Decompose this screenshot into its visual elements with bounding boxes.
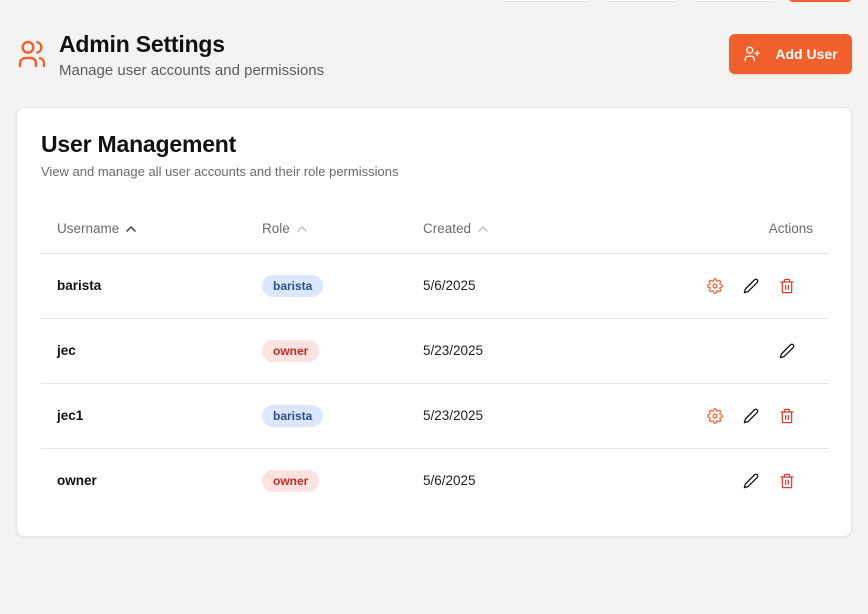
role-badge: barista (262, 405, 324, 427)
page-header: Admin Settings Manage user accounts and … (16, 30, 852, 86)
delete-button[interactable] (777, 406, 797, 426)
gear-icon (707, 408, 723, 424)
column-label: Actions (768, 221, 813, 236)
delete-button[interactable] (777, 276, 797, 296)
table-row: jec1 barista 5/23/2025 (41, 384, 829, 449)
edit-button[interactable] (741, 406, 761, 426)
pencil-icon (779, 343, 795, 359)
row-actions (693, 471, 813, 491)
sort-up-icon (126, 225, 137, 232)
row-actions (693, 341, 813, 361)
delete-button[interactable] (777, 471, 797, 491)
user-management-card: User Management View and manage all user… (16, 107, 852, 537)
edit-button[interactable] (777, 341, 797, 361)
settings-button[interactable] (705, 406, 725, 426)
sort-up-icon (478, 225, 488, 232)
add-user-button[interactable]: Add User (729, 34, 852, 74)
gear-icon (707, 278, 723, 294)
top-nav-button[interactable] (788, 0, 852, 2)
column-header-created[interactable]: Created (423, 221, 489, 236)
page-subtitle: Manage user accounts and permissions (59, 62, 325, 79)
username-cell: owner (57, 473, 97, 488)
pencil-icon (743, 278, 759, 294)
pencil-icon (743, 473, 759, 489)
created-cell: 5/6/2025 (423, 278, 476, 293)
column-label: Username (57, 221, 120, 236)
column-label: Role (262, 221, 290, 236)
username-cell: barista (57, 278, 102, 293)
created-cell: 5/23/2025 (423, 343, 484, 358)
edit-button[interactable] (741, 276, 761, 296)
top-nav-strip (0, 0, 868, 2)
column-header-username[interactable]: Username (57, 221, 137, 236)
trash-icon (780, 473, 794, 489)
created-cell: 5/23/2025 (423, 408, 484, 423)
role-badge: barista (262, 275, 324, 297)
edit-button[interactable] (741, 471, 761, 491)
settings-button[interactable] (705, 276, 725, 296)
user-plus-icon (744, 46, 761, 62)
users-table: Username Role Created Actions barista ba… (41, 204, 829, 514)
username-cell: jec (57, 343, 76, 358)
trash-icon (780, 408, 794, 424)
table-row: jec owner 5/23/2025 (41, 319, 829, 384)
column-label: Created (423, 221, 472, 236)
top-nav-button[interactable] (500, 0, 592, 2)
row-actions (693, 406, 813, 426)
created-cell: 5/6/2025 (423, 473, 476, 488)
table-row: barista barista 5/6/2025 (41, 254, 829, 319)
pencil-icon (743, 408, 759, 424)
page-title: Admin Settings (59, 31, 225, 57)
top-nav-button[interactable] (603, 0, 679, 2)
trash-icon (780, 278, 794, 294)
row-actions (693, 276, 813, 296)
column-header-actions: Actions (769, 221, 813, 236)
column-header-role[interactable]: Role (262, 221, 308, 236)
sort-up-icon (296, 225, 307, 232)
users-icon (18, 40, 46, 68)
top-nav-button[interactable] (690, 0, 778, 2)
table-header: Username Role Created Actions (41, 204, 829, 254)
username-cell: jec1 (57, 408, 84, 423)
role-badge: owner (262, 470, 320, 492)
table-row: owner owner 5/6/2025 (41, 449, 829, 514)
card-title: User Management (41, 131, 237, 157)
add-user-label: Add User (775, 46, 838, 62)
card-description: View and manage all user accounts and th… (41, 164, 399, 179)
role-badge: owner (262, 340, 320, 362)
